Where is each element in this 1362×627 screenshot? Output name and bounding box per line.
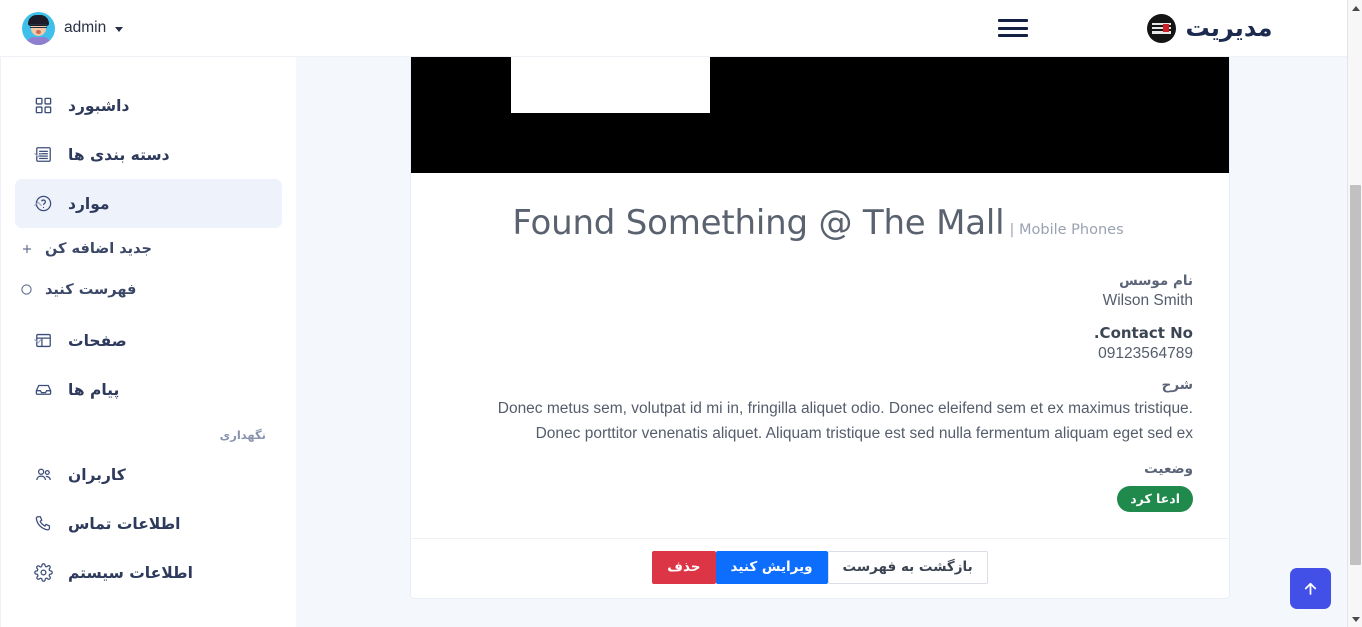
sidebar-navigation: داشبورد دسته بندی ها موارد جدید اضافه کن…	[0, 57, 296, 627]
brand-logo-area[interactable]: مدیریت	[1052, 0, 1348, 57]
sidebar-item-label: داشبورد	[68, 96, 130, 115]
item-category: | Mobile Phones	[1009, 222, 1123, 238]
hamburger-line	[998, 19, 1028, 22]
sidebar-subitem-label: جدید اضافه کن	[45, 240, 152, 257]
arrow-up-icon	[1304, 582, 1317, 595]
sidebar-item-messages[interactable]: پیام ها	[15, 365, 282, 414]
item-detail-card: Found Something @ The Mall | Mobile Phon…	[410, 57, 1230, 600]
sidebar-item-system-info[interactable]: اطلاعات سیستم	[15, 548, 282, 597]
hamburger-menu-icon[interactable]	[998, 16, 1028, 40]
scrollbar-up-arrow-icon[interactable]	[1348, 0, 1362, 16]
item-action-buttons: بازگشت به فهرست ویرایش کنید حذف	[411, 537, 1229, 599]
scrollbar-thumb[interactable]	[1350, 185, 1361, 565]
brand-title: مدیریت	[1185, 14, 1273, 42]
user-name-label: admin	[64, 19, 107, 36]
sidebar-item-label: صفحات	[68, 331, 127, 350]
circle-icon	[19, 282, 34, 297]
item-image	[411, 57, 1229, 173]
delete-button[interactable]: حذف	[652, 550, 716, 585]
sidebar-subitem-add-new[interactable]: جدید اضافه کن	[1, 228, 296, 269]
sidebar-item-label: اطلاعات تماس	[68, 514, 181, 533]
sidebar-item-pages[interactable]: صفحات	[15, 316, 282, 365]
chevron-down-icon[interactable]	[31, 334, 45, 348]
sidebar-item-label: دسته بندی ها	[68, 145, 170, 164]
hamburger-line	[998, 34, 1028, 37]
phone-icon	[33, 513, 54, 534]
top-navigation-bar: مدیریت admin	[0, 0, 1348, 57]
sidebar-subitem-list[interactable]: فهرست کنید	[1, 269, 296, 310]
status-label: وضعیت	[1144, 460, 1193, 477]
ink-splatter-image	[511, 57, 710, 113]
avatar-body	[26, 36, 51, 45]
founder-name-value: Wilson Smith	[1102, 292, 1193, 309]
grid-dashboard-icon	[33, 95, 54, 116]
sidebar-subitem-label: فهرست کنید	[45, 281, 137, 298]
admin-dashboard-page: مدیریت admin داشبورد دسته بندی ها موارد …	[0, 0, 1362, 627]
avatar-mouth	[36, 29, 41, 34]
category-separator: |	[1009, 222, 1015, 238]
main-content-area: Found Something @ The Mall | Mobile Phon…	[296, 57, 1348, 627]
chevron-down-icon[interactable]	[31, 148, 45, 162]
back-to-list-button[interactable]: بازگشت به فهرست	[827, 550, 988, 585]
sidebar-item-label: پیام ها	[68, 380, 120, 399]
inbox-icon	[33, 379, 54, 400]
user-menu[interactable]: admin	[22, 11, 124, 45]
chevron-down-icon	[115, 26, 124, 32]
user-avatar-icon	[22, 11, 55, 45]
contact-number-value: 09123564789	[1098, 345, 1193, 362]
sidebar-item-label: اطلاعات سیستم	[68, 563, 193, 582]
hamburger-line	[998, 26, 1028, 30]
founder-name-label: نام موسس	[1119, 273, 1193, 289]
sidebar-item-contact-info[interactable]: اطلاعات تماس	[15, 499, 282, 548]
plus-icon	[19, 241, 34, 256]
description-value: Donec metus sem, volutpat id mi in, frin…	[497, 400, 1193, 443]
sidebar-item-categories[interactable]: دسته بندی ها	[15, 130, 282, 179]
scroll-to-top-button[interactable]	[1290, 568, 1331, 609]
users-icon	[33, 464, 54, 485]
edit-button[interactable]: ویرایش کنید	[715, 550, 828, 585]
sidebar-section-label: نگهداری	[219, 428, 266, 442]
item-title-row: Found Something @ The Mall | Mobile Phon…	[447, 193, 1193, 259]
chevron-up-icon[interactable]	[31, 197, 45, 211]
sidebar-item-users[interactable]: کاربران	[15, 450, 282, 499]
page-scrollbar[interactable]	[1347, 0, 1362, 627]
gear-icon	[33, 562, 54, 583]
category-name: Mobile Phones	[1018, 222, 1124, 238]
avatar-glasses	[30, 23, 47, 28]
sidebar-item-label: کاربران	[68, 465, 126, 484]
item-detail-body: Found Something @ The Mall | Mobile Phon…	[411, 173, 1229, 538]
sidebar-submenu-items: جدید اضافه کن فهرست کنید	[1, 228, 296, 316]
sidebar-item-label: موارد	[68, 194, 110, 213]
item-title: Found Something @ The Mall	[512, 203, 1005, 243]
scrollbar-down-arrow-icon[interactable]	[1348, 611, 1362, 627]
description-label: شرح	[1161, 377, 1193, 393]
lost-found-logo-icon	[1147, 13, 1177, 43]
status-badge-wrap: ادعا کرد	[447, 480, 1193, 512]
sidebar-item-dashboard[interactable]: داشبورد	[15, 81, 282, 130]
contact-number-label: .Contact No	[1093, 324, 1193, 342]
sidebar-item-items[interactable]: موارد	[15, 179, 282, 228]
status-badge: ادعا کرد	[1117, 485, 1193, 512]
